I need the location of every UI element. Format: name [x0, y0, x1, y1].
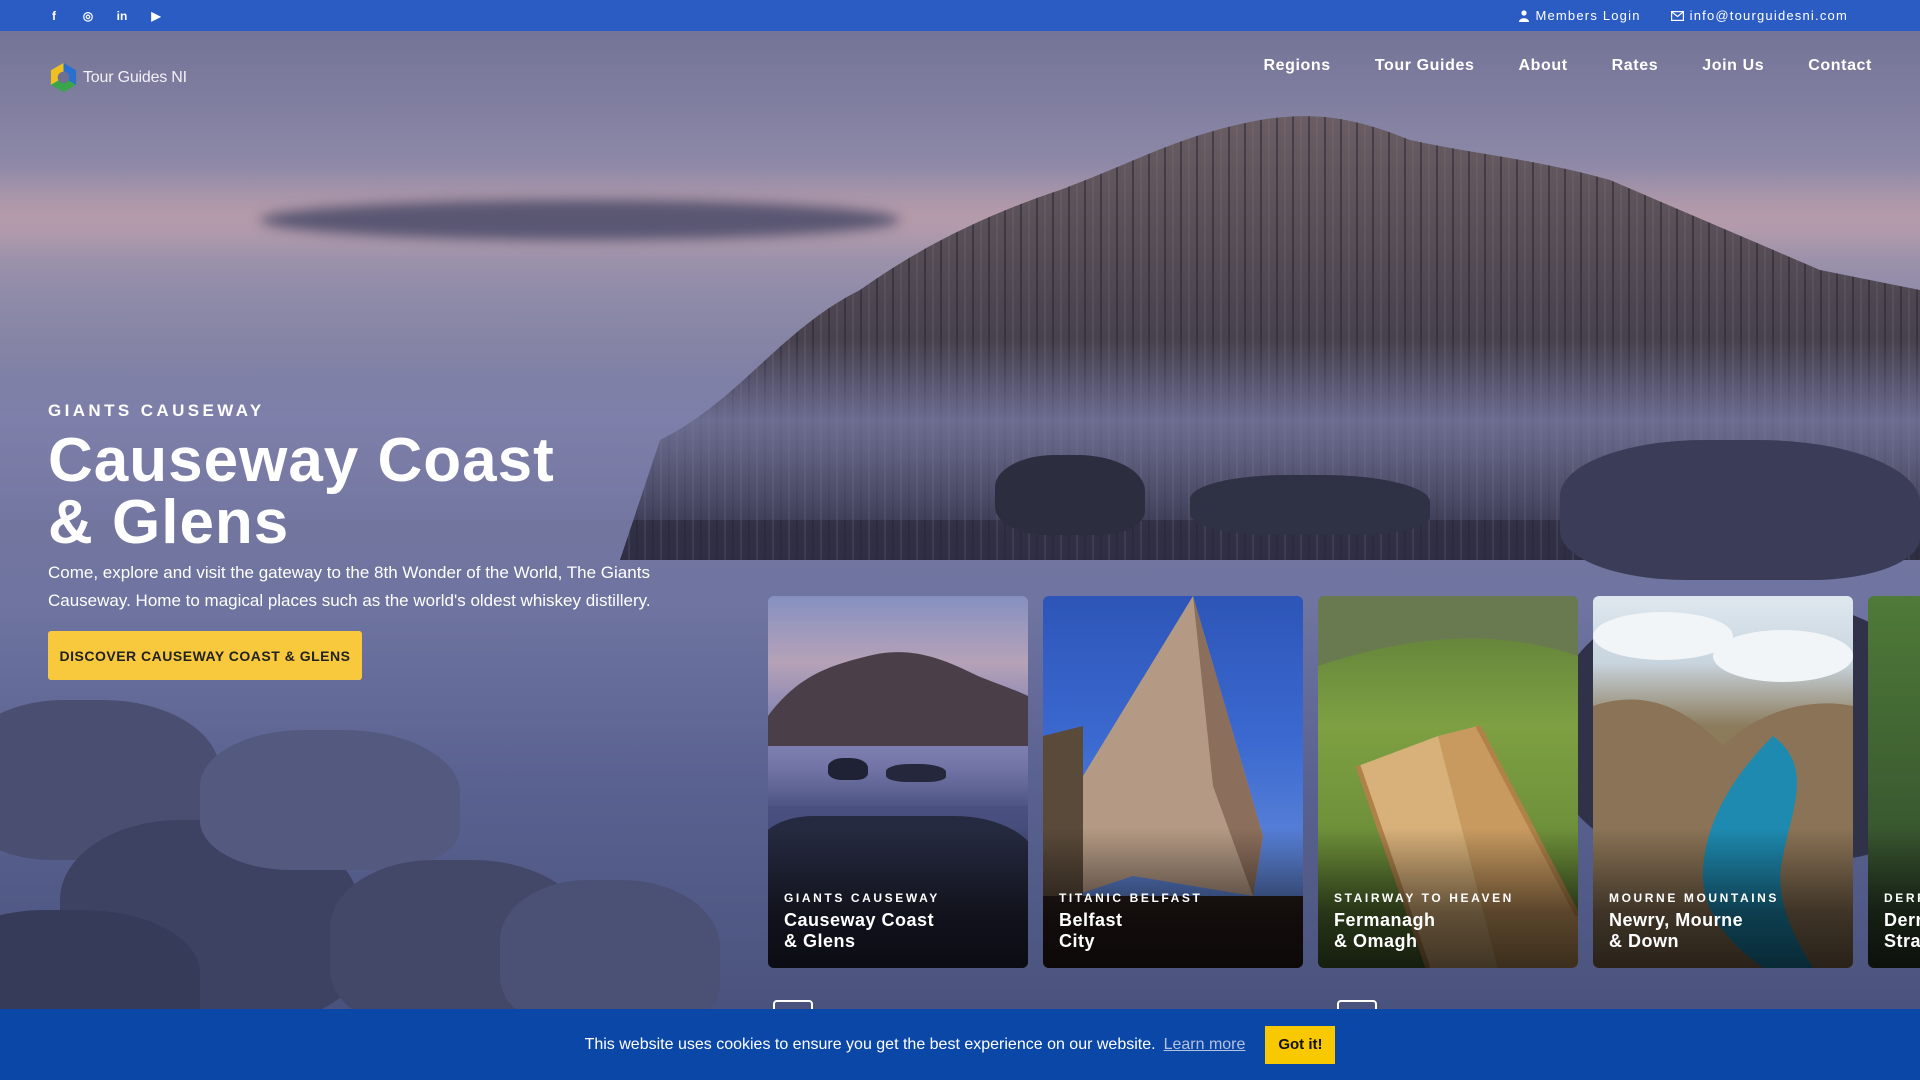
hero-description: Come, explore and visit the gateway to t… — [48, 563, 651, 610]
social-links: f ◎ in ▶ — [46, 8, 164, 24]
facebook-icon[interactable]: f — [46, 8, 62, 24]
members-login-link[interactable]: Members Login — [1519, 8, 1640, 23]
card-kicker: DERRY — [1884, 891, 1920, 905]
cookie-banner: This website uses cookies to ensure you … — [0, 1009, 1920, 1080]
region-card-derry[interactable]: DERRY Derry Strabane — [1868, 596, 1920, 968]
nav-rates[interactable]: Rates — [1612, 57, 1659, 75]
main-nav: Regions Tour Guides About Rates Join Us … — [1263, 57, 1872, 75]
instagram-icon[interactable]: ◎ — [80, 8, 96, 24]
nav-join-us[interactable]: Join Us — [1702, 57, 1764, 75]
region-card-fermanagh[interactable]: STAIRWAY TO HEAVEN Fermanagh & Omagh — [1318, 596, 1578, 968]
card-kicker: TITANIC BELFAST — [1059, 891, 1203, 905]
card-title: Derry Strabane — [1884, 910, 1920, 951]
hero-eyebrow: GIANTS CAUSEWAY — [48, 401, 265, 420]
envelope-icon — [1670, 10, 1684, 21]
hero-title-line2: & Glens — [48, 488, 290, 557]
email-label: info@tourguidesni.com — [1689, 8, 1848, 23]
top-bar: f ◎ in ▶ Members Login info@tourguidesni… — [0, 0, 1920, 31]
nav-contact[interactable]: Contact — [1808, 57, 1872, 75]
nav-about[interactable]: About — [1518, 57, 1567, 75]
region-card-belfast[interactable]: TITANIC BELFAST Belfast City — [1043, 596, 1303, 968]
causeway-thumbnail — [768, 652, 1028, 746]
learn-more-link[interactable]: Learn more — [1164, 1036, 1246, 1054]
nav-regions[interactable]: Regions — [1263, 57, 1330, 75]
region-card-causeway[interactable]: GIANTS CAUSEWAY Causeway Coast & Glens — [768, 596, 1028, 968]
discover-button[interactable]: DISCOVER CAUSEWAY COAST & GLENS — [48, 631, 362, 680]
card-title: Fermanagh & Omagh — [1334, 910, 1436, 951]
card-kicker: GIANTS CAUSEWAY — [784, 891, 940, 905]
card-title: Belfast City — [1059, 910, 1123, 951]
nav-tour-guides[interactable]: Tour Guides — [1375, 57, 1475, 75]
card-title: Newry, Mourne & Down — [1609, 910, 1744, 951]
user-icon — [1519, 9, 1530, 22]
card-title: Causeway Coast & Glens — [784, 910, 935, 951]
region-card-mourne[interactable]: MOURNE MOUNTAINS Newry, Mourne & Down — [1593, 596, 1853, 968]
cookie-message: This website uses cookies to ensure you … — [584, 1035, 1156, 1053]
logo-text: Tour Guides NI — [83, 68, 187, 86]
hero-title-line1: Causeway Coast — [48, 426, 555, 495]
hero-title: Causeway Coast & Glens — [48, 430, 688, 554]
logo-mark-icon — [50, 62, 77, 93]
members-login-label: Members Login — [1535, 8, 1641, 23]
card-kicker: MOURNE MOUNTAINS — [1609, 891, 1780, 905]
linkedin-icon[interactable]: in — [114, 8, 130, 24]
site-logo[interactable]: Tour Guides NI — [48, 62, 187, 93]
card-kicker: STAIRWAY TO HEAVEN — [1334, 891, 1514, 905]
youtube-icon[interactable]: ▶ — [148, 8, 164, 24]
cookie-accept-button[interactable]: Got it! — [1265, 1025, 1336, 1064]
email-link[interactable]: info@tourguidesni.com — [1670, 8, 1848, 23]
